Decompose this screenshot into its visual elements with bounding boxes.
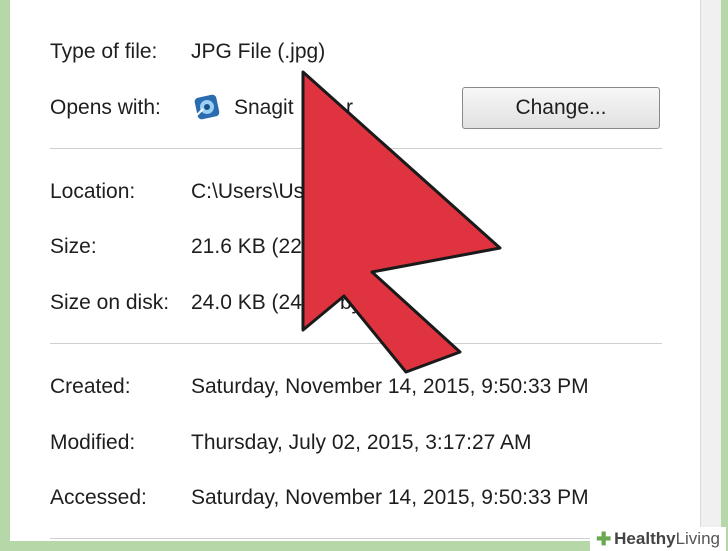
change-button[interactable]: Change... (462, 87, 660, 129)
file-properties-panel: Type of file: JPG File (.jpg) Opens with… (10, 0, 721, 541)
type-of-file-value: JPG File (.jpg) (191, 40, 326, 63)
size-on-disk-label: Size on disk: (50, 291, 170, 314)
type-of-file-label: Type of file: (50, 40, 158, 63)
accessed-value: Saturday, November 14, 2015, 9:50:33 PM (191, 486, 589, 509)
divider-1 (50, 148, 662, 149)
leaf-plus-icon: ✚ (596, 528, 612, 549)
created-value: Saturday, November 14, 2015, 9:50:33 PM (191, 375, 589, 398)
location-label: Location: (50, 180, 136, 203)
accessed-label: Accessed: (50, 486, 147, 509)
watermark-brand-a: Healthy (614, 529, 676, 548)
created-label: Created: (50, 375, 131, 398)
snagit-editor-icon (194, 94, 220, 120)
size-on-disk-value: 24.0 KB (24 (191, 291, 302, 314)
watermark-logo: ✚ Healthy Living (590, 527, 726, 551)
size-value: 21.6 KB (22 (191, 235, 302, 258)
opens-with-label: Opens with: (50, 96, 161, 119)
size-label: Size: (50, 235, 97, 258)
divider-3 (50, 538, 662, 539)
modified-value: Thursday, July 02, 2015, 3:17:27 AM (191, 431, 532, 454)
size-on-disk-value-tail: byte (340, 291, 380, 314)
watermark-brand-b: Living (675, 529, 720, 548)
divider-2 (50, 343, 662, 344)
opens-with-value-tail: r (346, 96, 353, 119)
location-value: C:\Users\Us (191, 180, 305, 203)
window-edge (700, 0, 721, 541)
opens-with-value: Snagit (234, 96, 294, 119)
modified-label: Modified: (50, 431, 136, 454)
